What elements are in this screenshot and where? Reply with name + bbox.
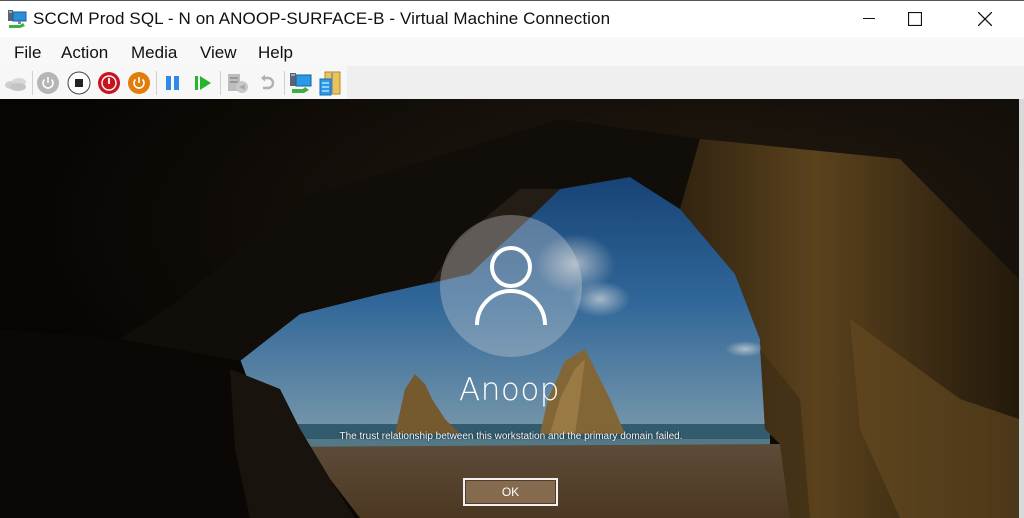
menu-action[interactable]: Action	[61, 43, 108, 63]
power-orange-icon	[128, 72, 150, 94]
power-gray-icon	[37, 72, 59, 94]
toolbar-area	[0, 66, 1024, 99]
ok-button[interactable]: OK	[463, 478, 558, 506]
window-title: SCCM Prod SQL - N on ANOOP-SURFACE-B - V…	[33, 9, 611, 28]
stop-square-icon	[67, 71, 91, 95]
toolbar-separator	[284, 71, 285, 95]
keyboard-keys-icon	[5, 78, 26, 91]
menu-view[interactable]: View	[200, 43, 237, 63]
error-message: The trust relationship between this work…	[339, 431, 683, 442]
minimize-button[interactable]	[846, 1, 892, 37]
toolbar	[0, 66, 347, 99]
pause-button[interactable]	[161, 71, 185, 95]
vm-display[interactable]: Anoop The trust relationship between thi…	[0, 99, 1019, 518]
ctrl-alt-del-button[interactable]	[4, 71, 28, 95]
close-icon	[978, 12, 992, 26]
toolbar-separator	[220, 71, 221, 95]
title-bar: SCCM Prod SQL - N on ANOOP-SURFACE-B - V…	[0, 0, 1024, 37]
share-button[interactable]	[318, 71, 342, 96]
save-button[interactable]	[127, 71, 151, 95]
enhanced-session-icon	[290, 73, 312, 93]
toolbar-separator	[156, 71, 157, 95]
checkpoint-icon	[228, 74, 248, 93]
start-button[interactable]	[36, 71, 60, 95]
reset-button[interactable]	[191, 71, 215, 95]
maximize-button[interactable]	[892, 1, 938, 37]
user-name: Anoop	[459, 372, 560, 408]
menu-bar: File Action Media View Help	[0, 37, 1024, 66]
user-avatar	[440, 215, 582, 357]
play-reset-icon	[195, 76, 211, 90]
revert-button[interactable]	[255, 71, 279, 95]
toolbar-separator	[32, 71, 33, 95]
menu-media[interactable]: Media	[131, 43, 177, 63]
close-button[interactable]	[962, 1, 1008, 37]
vm-connection-icon	[6, 9, 28, 29]
share-icon	[319, 71, 341, 96]
pause-icon	[166, 76, 179, 90]
power-red-icon	[98, 72, 120, 94]
enhanced-session-button[interactable]	[289, 71, 313, 95]
minimize-icon	[863, 18, 875, 19]
maximize-icon	[908, 12, 922, 26]
menu-help[interactable]: Help	[258, 43, 293, 63]
user-icon	[475, 246, 547, 326]
checkpoint-button[interactable]	[225, 71, 249, 95]
revert-icon	[261, 74, 275, 90]
window-right-edge	[1019, 99, 1024, 518]
shut-down-button[interactable]	[97, 71, 121, 95]
menu-file[interactable]: File	[14, 43, 41, 63]
turn-off-button[interactable]	[67, 71, 91, 95]
